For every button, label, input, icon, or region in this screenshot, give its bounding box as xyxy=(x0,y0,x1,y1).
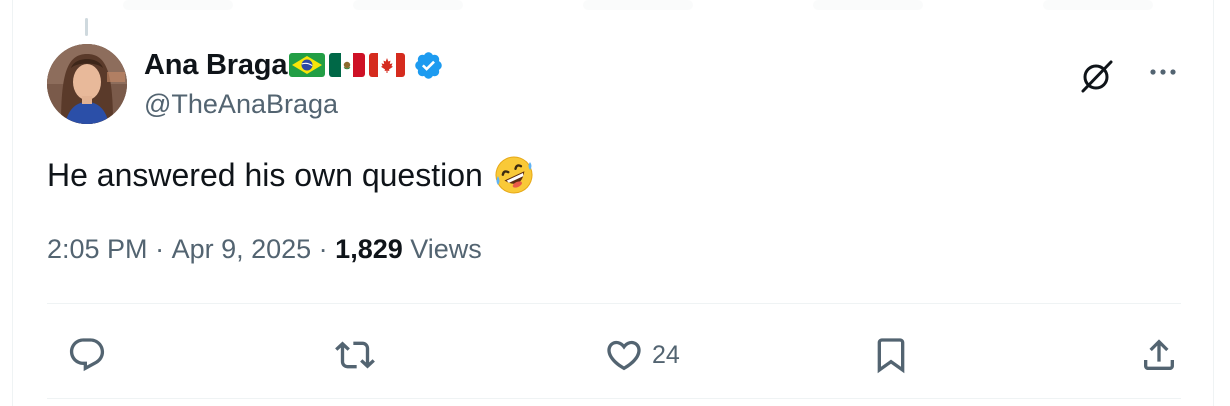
display-name[interactable]: Ana Braga xyxy=(144,49,287,82)
mexico-flag xyxy=(329,53,366,77)
grok-icon[interactable] xyxy=(1077,56,1117,96)
post-date[interactable]: Apr 9, 2025 xyxy=(172,234,312,265)
post-meta: 2:05 PM · Apr 9, 2025 · 1,829 Views xyxy=(47,234,482,265)
share-button[interactable] xyxy=(1139,330,1187,380)
more-icon[interactable] xyxy=(1145,60,1181,84)
like-count: 24 xyxy=(652,340,680,369)
like-button[interactable]: 24 xyxy=(604,330,680,380)
action-bar: 24 xyxy=(47,330,1181,380)
rolling-on-floor-laughing-emoji xyxy=(495,156,533,194)
reply-icon xyxy=(69,338,105,372)
views-label: Views xyxy=(402,234,482,264)
avatar[interactable] xyxy=(47,44,127,124)
tweet-text-content: He answered his own question xyxy=(47,156,483,193)
verified-badge-icon xyxy=(415,51,442,79)
divider xyxy=(47,303,1181,304)
tweet-card: Ana Braga @TheAnaBraga He answered his o… xyxy=(12,0,1214,406)
repost-button[interactable] xyxy=(335,330,383,380)
share-icon xyxy=(1144,339,1174,370)
thread-connector-line xyxy=(85,18,88,36)
reply-button[interactable] xyxy=(67,330,115,380)
meta-separator-2: · xyxy=(311,234,336,264)
tweet-text: He answered his own question xyxy=(47,154,535,196)
brazil-flag xyxy=(289,53,326,77)
repost-icon xyxy=(335,341,375,369)
faded-top-content xyxy=(123,0,1223,14)
post-time[interactable]: 2:05 PM xyxy=(47,234,148,265)
bookmark-button[interactable] xyxy=(871,330,919,380)
author-handle[interactable]: @TheAnaBraga xyxy=(144,89,338,120)
bookmark-icon xyxy=(877,338,905,374)
views-count: 1,829 xyxy=(335,234,403,264)
canada-flag xyxy=(369,53,406,77)
author-name-row[interactable]: Ana Braga xyxy=(144,47,444,83)
meta-separator: · xyxy=(147,234,172,264)
heart-icon xyxy=(607,340,641,371)
bottom-divider xyxy=(47,398,1181,399)
